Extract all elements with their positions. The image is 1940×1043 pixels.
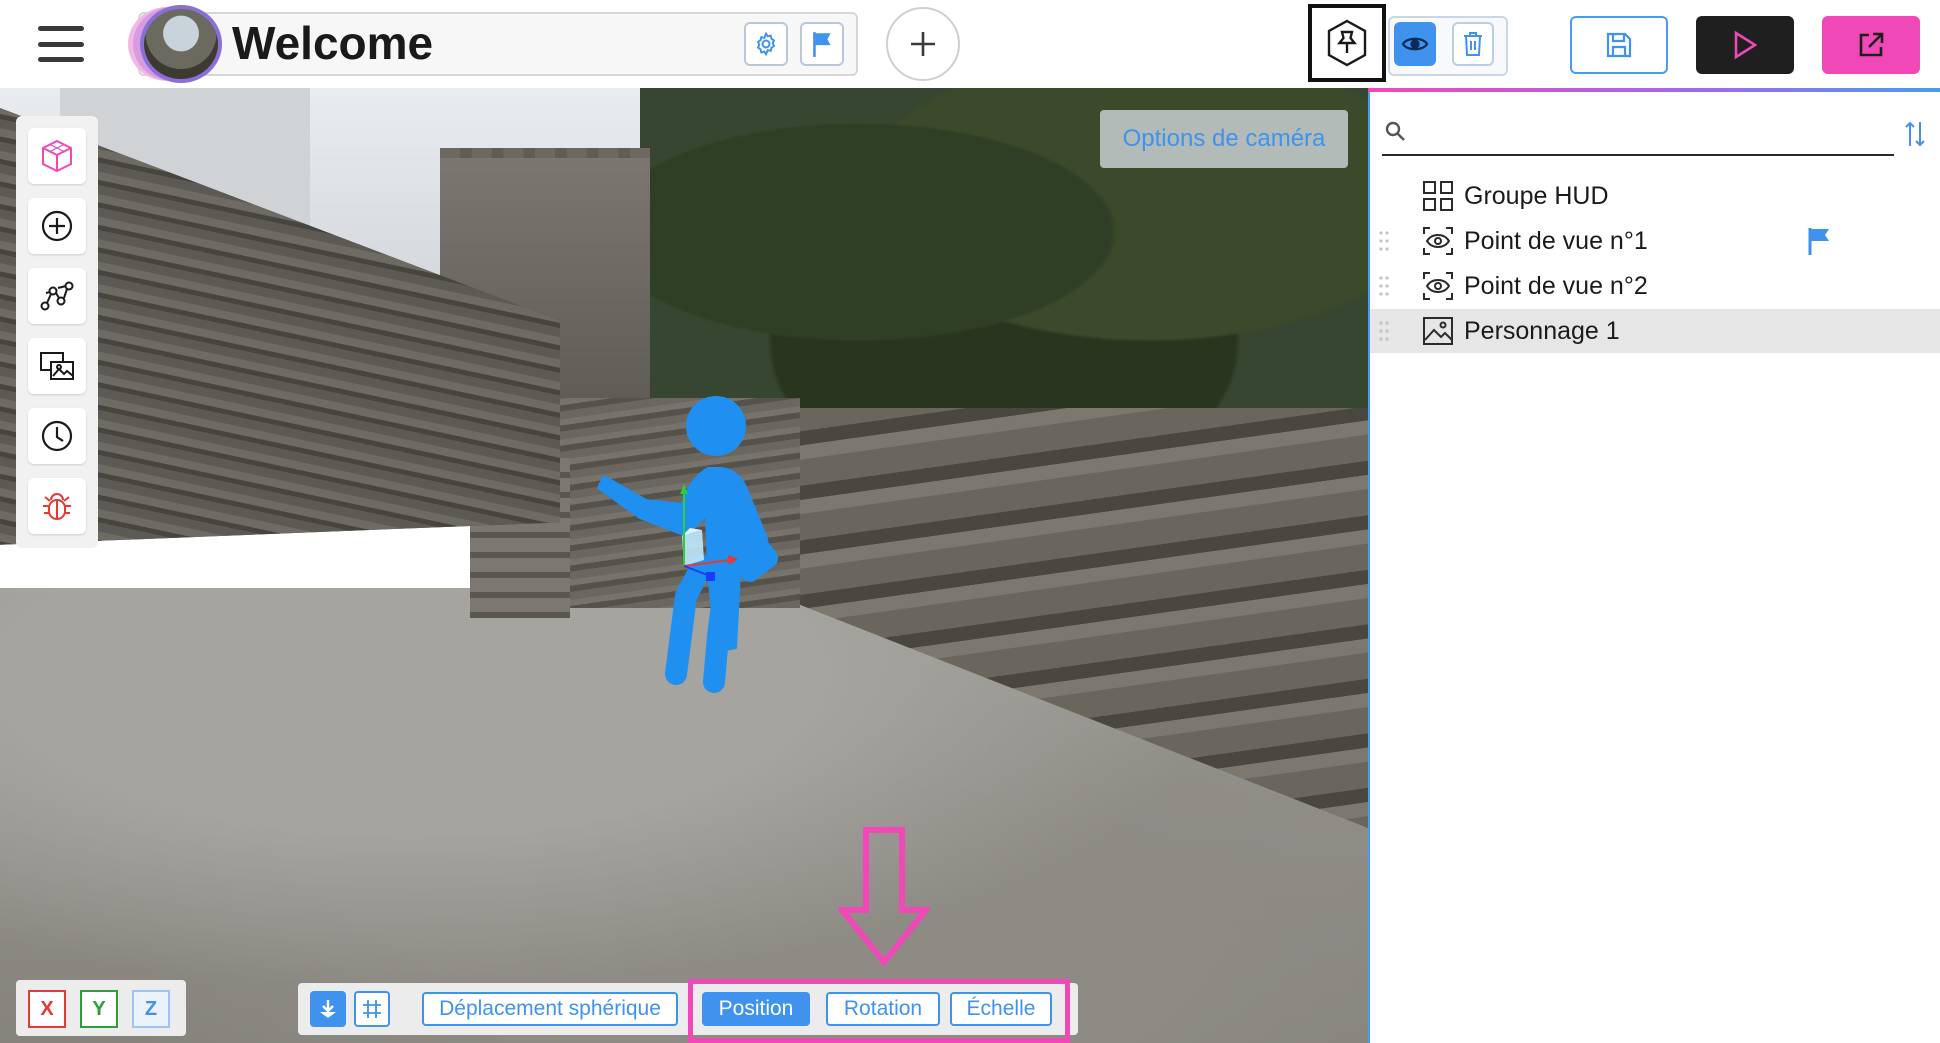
tree-item-groupe-hud[interactable]: Groupe HUD [1370, 174, 1940, 218]
pin-icon [1327, 19, 1367, 67]
object-library-button[interactable] [28, 128, 86, 184]
clock-icon [41, 420, 73, 452]
image-icon [1423, 317, 1453, 345]
viewpoint-eye-icon [1423, 227, 1453, 255]
spherical-move-button[interactable]: Déplacement sphérique [422, 992, 678, 1026]
add-scene-button[interactable] [886, 7, 960, 81]
camera-options-button[interactable]: Options de caméra [1100, 110, 1348, 168]
trash-icon [1464, 32, 1482, 56]
flag-icon [1808, 228, 1829, 255]
grid-group-icon [1423, 181, 1453, 211]
add-element-button[interactable] [28, 198, 86, 254]
grid-toggle-button[interactable] [354, 991, 390, 1027]
search-underline [1382, 154, 1894, 156]
tree-item-label: Point de vue n°2 [1464, 271, 1648, 300]
external-link-icon [1859, 32, 1884, 57]
axis-z-button[interactable]: Z [132, 990, 170, 1028]
3d-viewport[interactable]: Options de caméra X Y Z Déplacement sphé… [0, 88, 1368, 1043]
axis-y-button[interactable]: Y [80, 990, 118, 1028]
bug-icon [43, 493, 71, 520]
scene-settings-button[interactable] [744, 22, 788, 66]
sort-icon[interactable] [1904, 120, 1926, 148]
grid-icon [363, 1000, 381, 1018]
mode-highlight-box [688, 979, 1070, 1043]
page-title: Welcome [232, 17, 434, 69]
delete-button[interactable] [1452, 22, 1494, 66]
drag-handle-icon[interactable] [1378, 275, 1390, 297]
character-figure[interactable] [590, 396, 800, 756]
pin-button[interactable] [1308, 4, 1386, 82]
tree-item-personnage-1[interactable]: Personnage 1 [1370, 309, 1940, 353]
top-bar: Welcome [0, 0, 1940, 88]
tree-item-point-de-vue-1[interactable]: Point de vue n°1 [1370, 219, 1940, 263]
drag-handle-icon[interactable] [1378, 230, 1390, 252]
plus-icon [911, 32, 935, 56]
flag-icon [813, 32, 831, 57]
add-circle-icon [41, 210, 73, 242]
play-button[interactable] [1696, 16, 1794, 74]
left-toolbar [16, 116, 98, 548]
media-library-button[interactable] [28, 338, 86, 394]
graph-nodes-button[interactable] [28, 268, 86, 324]
play-icon [1734, 30, 1758, 60]
eye-icon [1401, 37, 1429, 51]
snap-to-ground-button[interactable] [310, 991, 346, 1027]
down-arrow-annotation [838, 827, 930, 967]
tree-item-point-de-vue-2[interactable]: Point de vue n°2 [1370, 264, 1940, 308]
viewpoint-eye-icon [1423, 272, 1453, 300]
export-button[interactable] [1822, 16, 1920, 74]
tree-item-label: Groupe HUD [1464, 181, 1609, 210]
history-button[interactable] [28, 408, 86, 464]
save-icon [1606, 32, 1632, 58]
scene-tree-panel: Groupe HUD Point de vue n°1 Point de vue… [1368, 92, 1940, 1043]
axis-lock-group: X Y Z [16, 980, 186, 1036]
graph-nodes-icon [40, 281, 74, 311]
tree-item-label: Point de vue n°1 [1464, 226, 1648, 255]
axis-x-button[interactable]: X [28, 990, 66, 1028]
scene-thumbnail-avatar [140, 5, 222, 83]
scene-flag-button[interactable] [800, 22, 844, 66]
tree-item-label: Personnage 1 [1464, 316, 1620, 345]
search-icon [1385, 121, 1405, 141]
save-button[interactable] [1570, 16, 1668, 74]
snap-down-icon [320, 1000, 336, 1018]
debug-button[interactable] [28, 478, 86, 534]
toggle-visibility-button[interactable] [1394, 22, 1436, 66]
cube-icon [42, 139, 72, 173]
drag-handle-icon[interactable] [1378, 320, 1390, 342]
hamburger-menu-icon[interactable] [38, 26, 84, 62]
search-input[interactable] [1414, 114, 1884, 150]
images-icon [40, 352, 74, 380]
gear-icon [756, 31, 776, 57]
